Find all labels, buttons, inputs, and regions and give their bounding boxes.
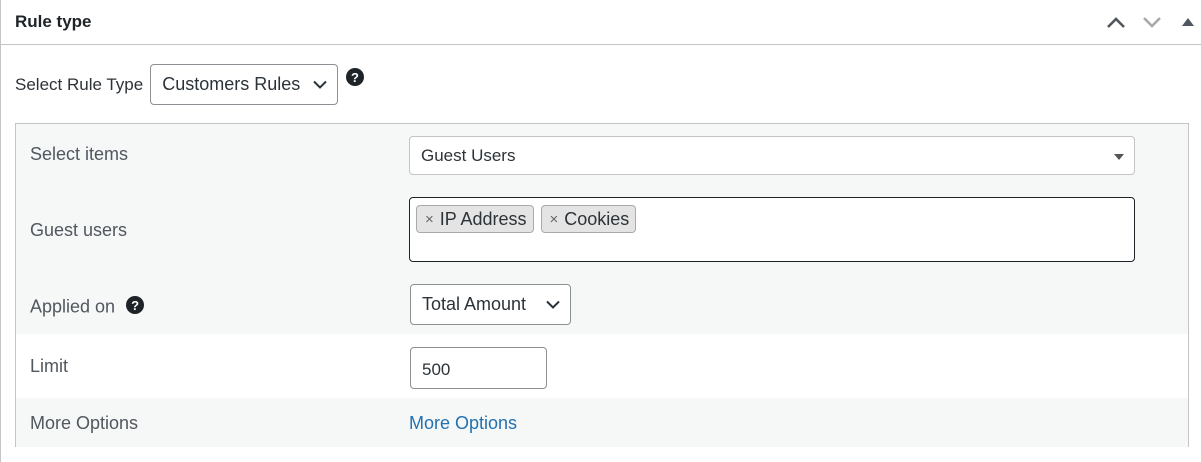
applied-on-value: Total Amount bbox=[422, 294, 527, 314]
remove-tag-icon[interactable]: × bbox=[550, 211, 559, 228]
rule-type-label: Select Rule Type bbox=[15, 74, 144, 94]
chevron-down-icon bbox=[1143, 17, 1161, 28]
triangle-up-icon bbox=[1182, 18, 1194, 26]
more-options-row: More Options More Options bbox=[16, 398, 1188, 447]
help-icon[interactable]: ? bbox=[126, 296, 145, 314]
rule-type-row: Select Rule Type Customers Rules bbox=[15, 64, 339, 105]
rule-type-select[interactable]: Customers Rules bbox=[150, 64, 339, 105]
applied-on-label: Applied on ? bbox=[30, 296, 145, 318]
chevron-up-icon bbox=[1107, 17, 1125, 28]
tag-label: Cookies bbox=[564, 208, 630, 229]
select-items-dropdown[interactable]: Guest Users bbox=[409, 136, 1135, 175]
rule-type-value: Customers Rules bbox=[162, 74, 301, 94]
panel-header: Rule type bbox=[1, 0, 1201, 45]
toggle-panel-button[interactable] bbox=[1175, 9, 1201, 35]
limit-row: Limit 500 bbox=[16, 336, 1188, 398]
tag-label: IP Address bbox=[439, 208, 527, 229]
select-items-label: Select items bbox=[30, 144, 129, 164]
help-icon[interactable]: ? bbox=[346, 68, 364, 86]
chevron-down-icon bbox=[313, 80, 327, 89]
limit-label: Limit bbox=[30, 356, 69, 376]
limit-input[interactable]: 500 bbox=[410, 347, 547, 389]
guest-users-multiselect[interactable]: × IP Address × Cookies bbox=[409, 197, 1135, 262]
chevron-down-icon bbox=[546, 300, 560, 309]
move-down-button[interactable] bbox=[1138, 9, 1166, 35]
panel-title: Rule type bbox=[15, 12, 92, 31]
guest-users-row: Guest users × IP Address × Cookies Appli… bbox=[16, 186, 1188, 334]
tag-cookies: × Cookies bbox=[540, 205, 637, 233]
move-up-button[interactable] bbox=[1102, 9, 1130, 35]
more-options-label: More Options bbox=[30, 413, 139, 433]
applied-on-text: Applied on bbox=[30, 296, 116, 317]
rule-type-panel: Rule type Select Rule Type Customers Rul… bbox=[0, 0, 1201, 462]
select-items-value: Guest Users bbox=[421, 145, 516, 165]
select-items-row: Select items Guest Users bbox=[16, 124, 1188, 186]
guest-users-label: Guest users bbox=[30, 220, 128, 240]
more-options-link[interactable]: More Options bbox=[409, 413, 517, 434]
rules-table: Select items Guest Users Guest users × I… bbox=[15, 123, 1189, 447]
caret-down-icon bbox=[1114, 154, 1124, 160]
remove-tag-icon[interactable]: × bbox=[425, 211, 434, 228]
tag-ip-address: × IP Address bbox=[416, 205, 534, 233]
applied-on-select[interactable]: Total Amount bbox=[410, 284, 571, 325]
